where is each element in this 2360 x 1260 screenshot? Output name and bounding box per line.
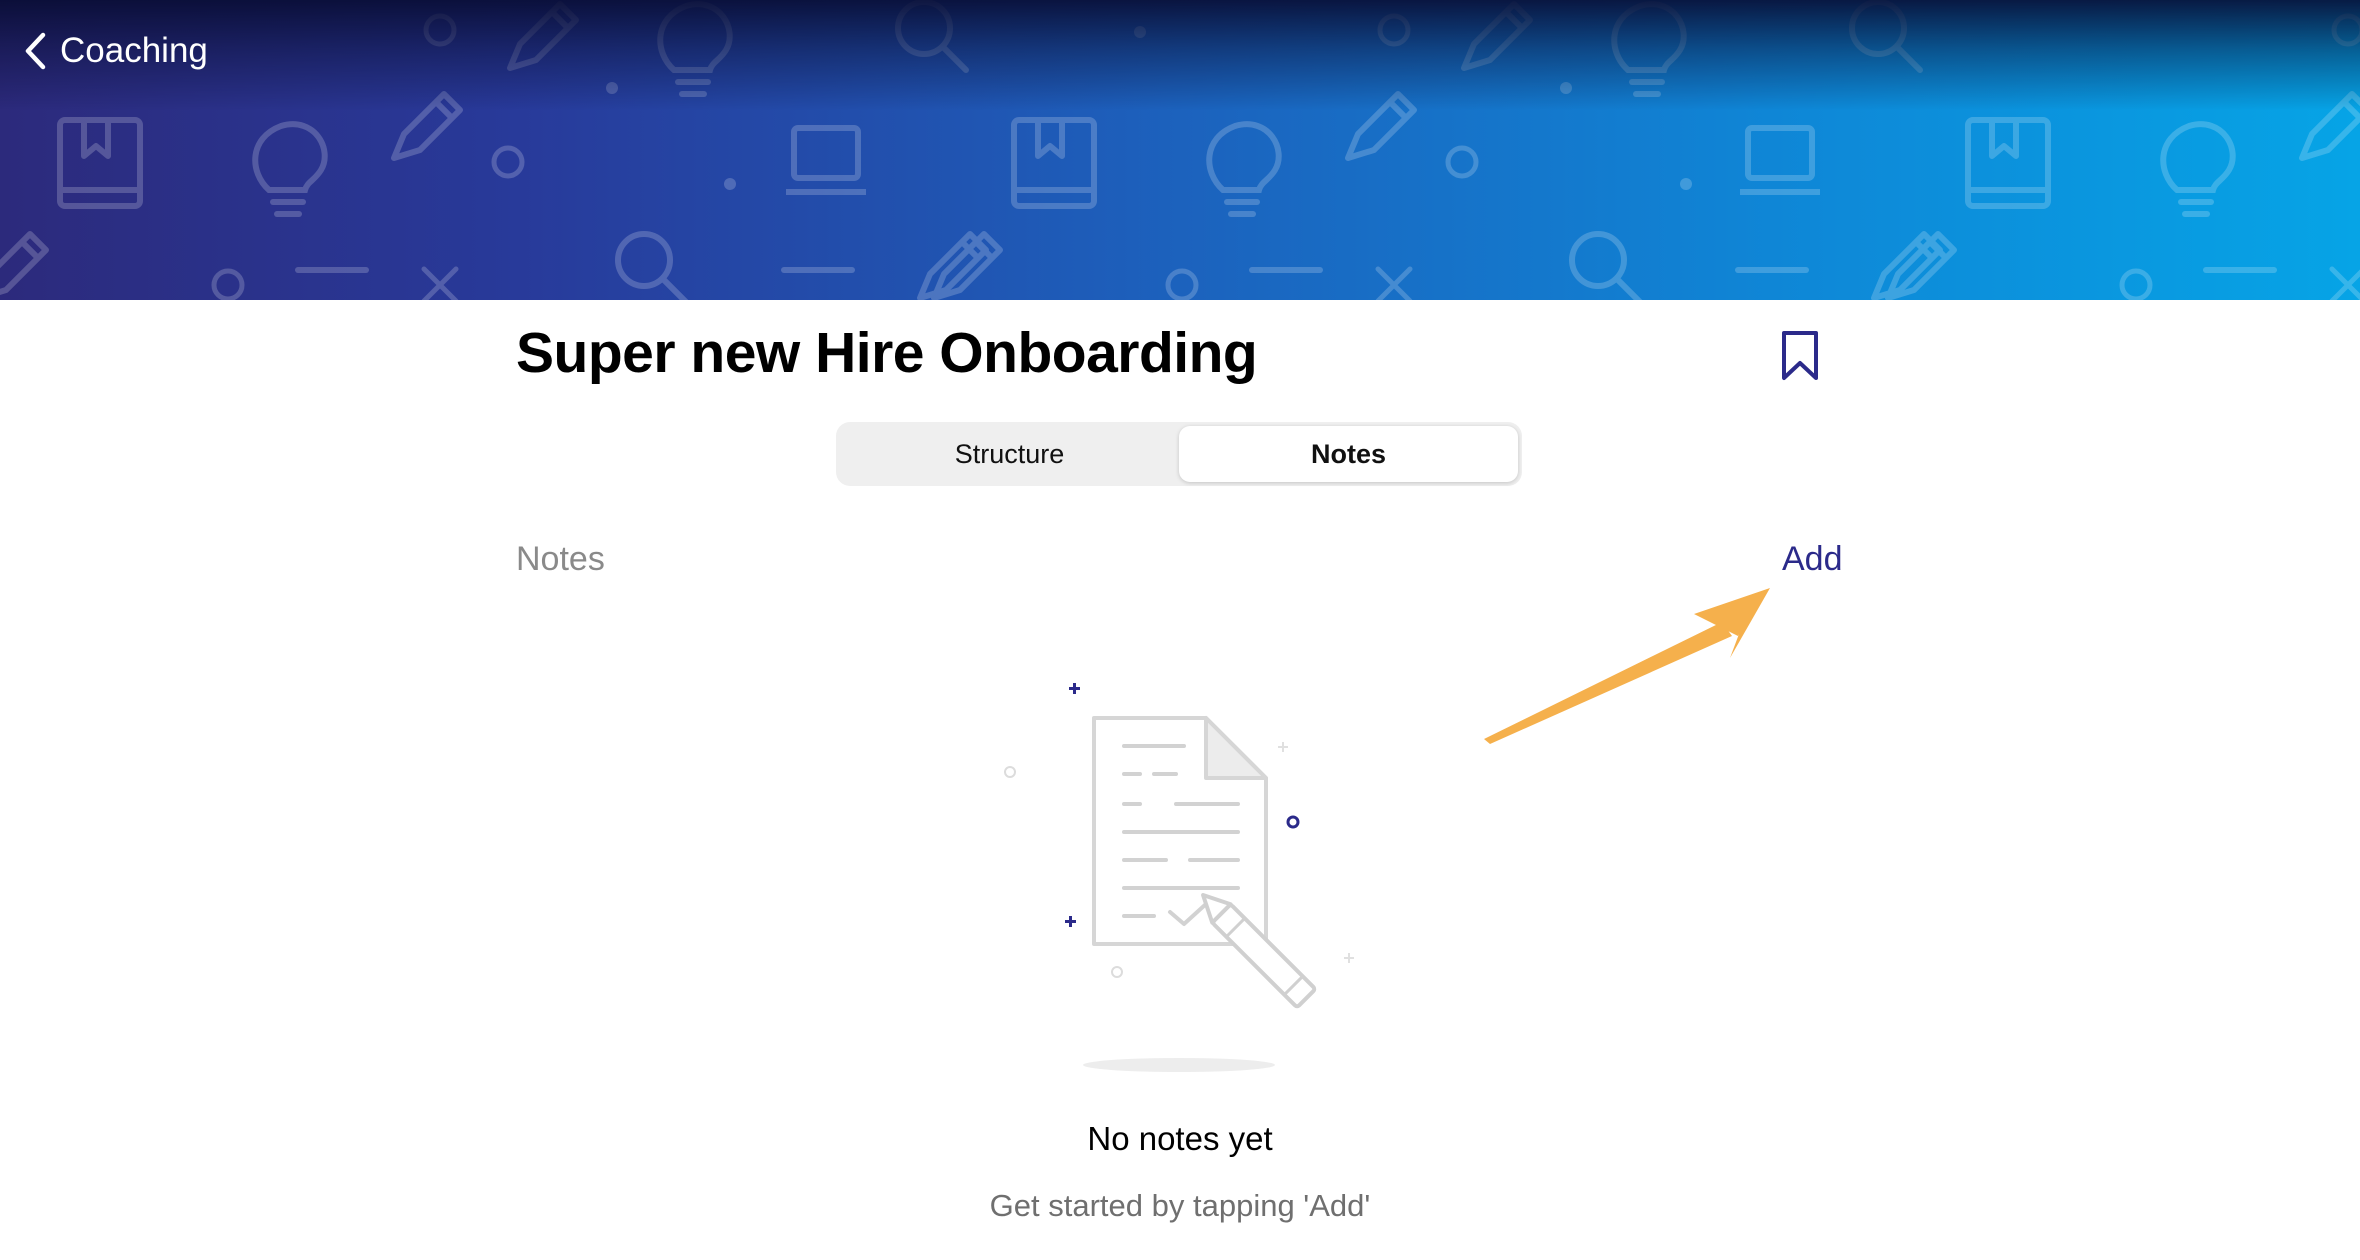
page-title: Super new Hire Onboarding [516, 321, 1258, 385]
bookmark-icon [1782, 331, 1818, 380]
empty-state-title: No notes yet [1087, 1120, 1273, 1157]
annotation-arrow [1484, 588, 1770, 744]
header-banner: Coaching [0, 0, 2360, 300]
tab-notes[interactable]: Notes [1179, 426, 1518, 482]
add-note-button[interactable]: Add [1782, 540, 1843, 579]
sparkle-decorations [1065, 683, 1080, 927]
empty-notes-illustration [1004, 683, 1354, 1072]
chevron-left-icon [25, 32, 46, 70]
back-button[interactable]: Coaching [24, 22, 208, 80]
notes-section-label: Notes [516, 540, 605, 578]
tab-structure[interactable]: Structure [840, 426, 1179, 482]
banner-top-shade [0, 0, 2360, 110]
view-segmented-control: Structure Notes [836, 422, 1522, 486]
empty-state-subtitle: Get started by tapping 'Add' [989, 1188, 1371, 1223]
back-button-label: Coaching [60, 31, 208, 70]
bookmark-button[interactable] [1780, 330, 1820, 387]
